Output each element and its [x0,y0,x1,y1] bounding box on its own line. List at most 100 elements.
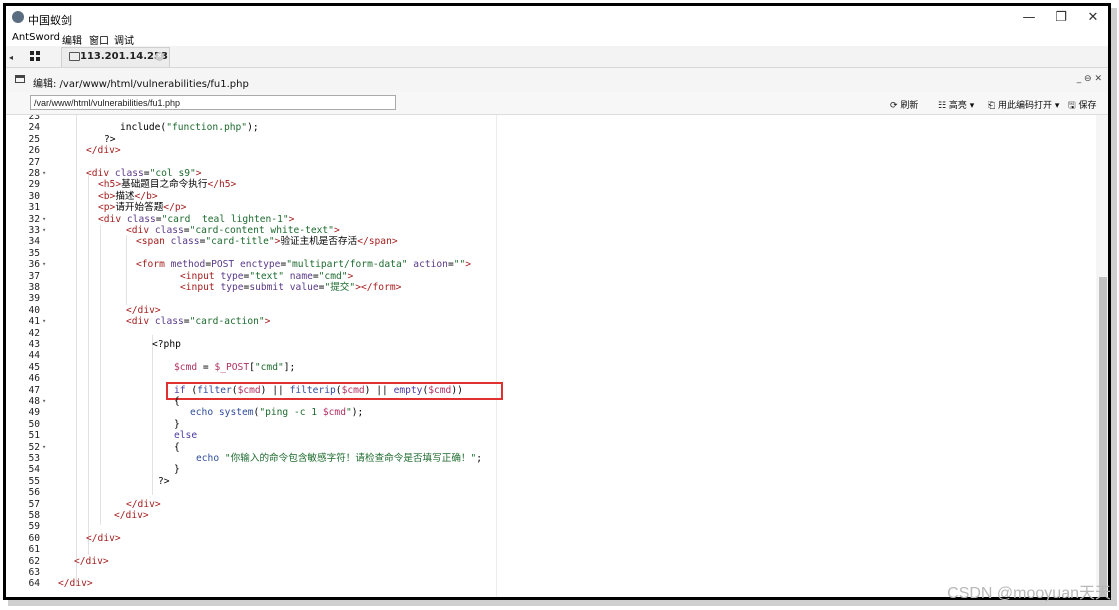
code-line: 63 [6,567,496,578]
highlight-dropdown[interactable]: ☷ 高亮 ▾ [938,98,974,111]
tab-shell-host[interactable]: 113.201.14.253 ✕ [61,47,170,67]
code-text: <?php [152,339,181,350]
line-number: 53 [28,453,40,464]
code-text: <div class="card-content white-text"> [126,225,340,236]
code-line: 28 ▾ <div class="col s9"> [6,168,496,179]
code-text: ?> [158,475,170,487]
code-line: 60 </div> [6,533,496,544]
code-text: if (filter($cmd) || filterip($cmd) || em… [174,384,463,396]
code-line: 34 <span class="card-title">验证主机是否存活</spa… [6,236,496,247]
minimize-button[interactable]: — [1014,9,1044,27]
code-text: } [174,418,180,430]
fold-arrow-icon[interactable]: ▾ [42,214,46,225]
code-line: 40 </div> [6,305,496,316]
menu-antsword[interactable]: AntSword [12,32,60,43]
open-with-encoding-dropdown[interactable]: ⎗ 用此编码打开 ▾ [988,98,1059,111]
line-number: 60 [28,532,40,544]
folder-icon [69,52,80,61]
home-grid-icon[interactable] [30,51,40,61]
close-window-button[interactable]: ✕ [1078,9,1108,27]
fold-arrow-icon[interactable]: ▾ [42,396,46,407]
code-text: echo system("ping -c 1 $cmd"); [190,407,364,419]
code-line: 51 else [6,430,496,441]
line-number: 36 [28,259,40,271]
line-number: 25 [28,133,40,145]
line-number: 41 [28,316,40,328]
code-editor[interactable]: 23 24 include("function.php"); 25 ?> 26 </div>… [6,115,1096,597]
editor-toolbar: /var/www/html/vulnerabilities/fu1.php ⟳ … [6,92,1108,115]
line-number: 31 [28,202,40,214]
tab-close-icon[interactable]: ✕ [155,52,164,61]
fold-arrow-icon[interactable]: ▾ [42,442,46,453]
line-number: 37 [28,270,40,282]
scrollbar-thumb[interactable] [1099,277,1107,597]
window-icon [15,75,25,83]
code-line: 50} [6,419,496,430]
code-line: 46 [6,373,496,384]
code-line: 53 echo "你输入的命令包含敏感字符！请检查命令是否填写正确！"; [6,453,496,464]
line-number: 26 [28,145,40,157]
menu-debug[interactable]: 调试 [114,32,134,47]
vertical-scrollbar[interactable] [1096,115,1108,597]
code-text: </div> [114,510,149,521]
antsword-window: 中国蚁剑 — ❐ ✕ AntSword 编辑 窗口 调试 ◂ 113.201.1… [3,3,1111,600]
code-line: 58 </div> [6,510,496,521]
code-text: </div> [86,532,121,544]
code-text: $cmd = $_POST["cmd"]; [174,361,296,373]
code-text: <div class="col s9"> [86,168,202,179]
code-text: <span class="card-title">验证主机是否存活</span> [136,236,398,248]
restore-button[interactable]: ❐ [1046,9,1076,27]
code-text: <h5>基础题目之命令执行</h5> [98,179,237,191]
line-number: 58 [28,510,40,521]
code-line: 44 [6,350,496,361]
save-button[interactable]: 🖫 保存 [1068,98,1097,114]
code-line: 52 ▾ { [6,442,496,453]
menu-edit[interactable]: 编辑 [62,32,82,47]
code-text: include("function.php"); [120,122,259,134]
fold-arrow-icon[interactable]: ▾ [42,225,46,236]
code-line: 54} [6,464,496,475]
code-text: } [174,464,180,476]
code-line: 62 </div> [6,556,496,567]
menu-window[interactable]: 窗口 [89,32,109,47]
code-text: else [174,430,198,442]
fold-arrow-icon[interactable]: ▾ [42,316,46,327]
print-margin [496,115,497,597]
line-number: 46 [28,373,40,385]
code-line: 39 [6,293,496,304]
editor-panel-header: 编辑: /var/www/html/vulnerabilities/fu1.ph… [6,68,1108,92]
code-line: 26 </div> [6,145,496,156]
fold-arrow-icon[interactable]: ▾ [42,259,46,270]
antsword-logo-icon [12,11,24,23]
code-line: 37 <input type="text" name="cmd"> [6,271,496,282]
code-line: 61 [6,544,496,555]
line-number: 48 [28,396,40,407]
line-number: 45 [28,361,40,373]
window-title: 中国蚁剑 [28,14,72,27]
code-line: 59 [6,521,496,532]
code-text: </div> [74,555,109,567]
code-text: ?> [104,133,116,145]
line-number: 64 [28,578,40,590]
code-line: 56 [6,487,496,498]
panel-window-controls[interactable]: _ ⊖ ✕ [1077,74,1102,84]
code-text: { [174,396,180,407]
code-line: 27 [6,157,496,168]
code-line: 36 ▾ <form method=POST enctype="multipart/… [6,259,496,270]
code-line: 43 <?php [6,339,496,350]
fold-arrow-icon[interactable]: ▾ [42,168,46,179]
file-path-input[interactable]: /var/www/html/vulnerabilities/fu1.php [30,95,396,110]
line-number: 50 [28,418,40,430]
code-line: 23 [6,115,496,122]
line-number: 43 [28,339,40,350]
code-line: 35 [6,248,496,259]
code-line: 42 [6,328,496,339]
line-number: 35 [28,247,40,259]
window-shadow-right [1111,8,1117,606]
line-number: 34 [28,236,40,248]
code-line: 24 include("function.php"); [6,122,496,133]
tab-scroll-left-icon[interactable]: ◂ [9,53,13,62]
refresh-button[interactable]: ⟳ 刷新 [890,98,918,111]
code-line: 31 <p>请开始答题</p> [6,202,496,213]
menu-bar: AntSword 编辑 窗口 调试 [6,30,1108,47]
